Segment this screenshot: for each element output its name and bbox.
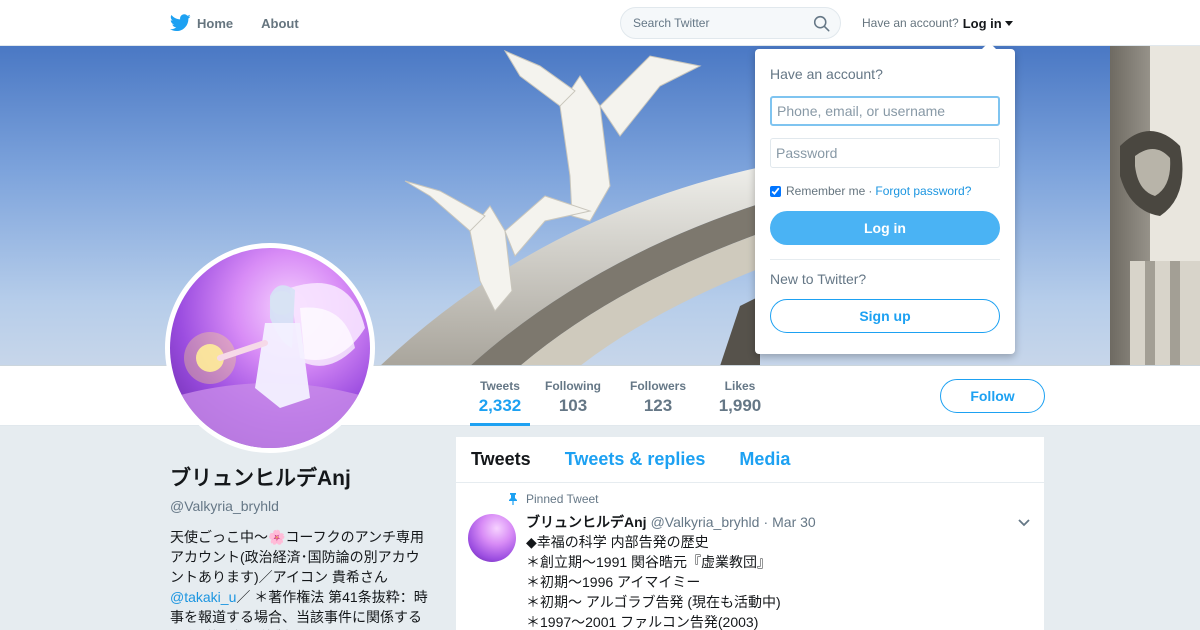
tweet-line: ＊1997～2001 ファルコン告発(2003) — [526, 614, 759, 630]
stat-tweets-value: 2,332 — [478, 396, 522, 415]
signup-button[interactable]: Sign up — [770, 299, 1000, 333]
nav-home[interactable]: Home — [170, 0, 233, 46]
tab-tweets-replies[interactable]: Tweets & replies — [565, 449, 706, 470]
search-placeholder: Search Twitter — [633, 16, 710, 30]
password-input[interactable] — [770, 138, 1000, 168]
pin-icon — [509, 493, 517, 505]
remember-me-checkbox[interactable] — [770, 185, 781, 197]
timeline: Tweets Tweets & replies Media Pinned Twe… — [456, 437, 1044, 630]
new-to-twitter-text: New to Twitter? — [770, 271, 867, 287]
pinned-text: Pinned Tweet — [526, 492, 599, 506]
stat-followers[interactable]: Followers 123 — [628, 366, 688, 426]
top-nav-bar: Home About Search Twitter Have an accoun… — [0, 0, 1200, 46]
avatar-image — [170, 248, 370, 448]
avatar[interactable] — [165, 243, 375, 453]
chevron-down-icon[interactable] — [1018, 519, 1030, 527]
profile-card: ブリュンヒルデAnj @Valkyria_bryhld 天使ごっこ中～🌸コーフク… — [170, 460, 432, 630]
username-input[interactable] — [770, 96, 1000, 126]
tweet-header: ブリュンヒルデAnj @Valkyria_bryhld · Mar 30 — [526, 512, 1029, 532]
stat-tweets[interactable]: Tweets 2,332 — [470, 366, 530, 426]
nav-about[interactable]: About — [261, 0, 299, 46]
tweet-line: ＊初期～1996 アイマイミー — [526, 574, 701, 590]
profile-handle[interactable]: @Valkyria_bryhld — [170, 498, 432, 514]
avatar-angel-illustration — [170, 283, 370, 448]
bio-text-1: 天使ごっこ中～🌸コーフクのアンチ専用アカウント(政治経済･国防論の別アカウントあ… — [170, 529, 425, 585]
nav-left: Home About — [170, 0, 327, 46]
remember-row: Remember me · Forgot password? — [770, 184, 1000, 198]
stat-following-label: Following — [545, 379, 601, 393]
follow-button[interactable]: Follow — [940, 379, 1045, 413]
tweet-date[interactable]: Mar 30 — [772, 514, 816, 530]
profile-name[interactable]: ブリュンヒルデAnj — [170, 462, 432, 492]
nav-about-label: About — [261, 15, 299, 31]
nav-home-label: Home — [197, 15, 234, 31]
stat-following-value: 103 — [558, 396, 588, 415]
stat-followers-label: Followers — [629, 379, 686, 393]
pinned-label: Pinned Tweet — [509, 492, 1029, 506]
tweet-separator: · — [763, 514, 769, 530]
login-button[interactable]: Log in — [770, 211, 1000, 245]
dropdown-divider — [770, 259, 1000, 260]
pinned-tweet[interactable]: Pinned Tweet ブリュンヒルデAnj @Valkyria_bryhld… — [456, 483, 1044, 630]
login-dropdown: Have an account? Remember me · Forgot pa… — [755, 42, 1015, 354]
timeline-tabs: Tweets Tweets & replies Media — [456, 437, 1044, 483]
twitter-bird-icon — [170, 14, 191, 32]
tweet-author-name[interactable]: ブリュンヒルデAnj — [526, 512, 647, 532]
tweet-line: ◆幸福の科学 内部告発の歴史 — [526, 534, 709, 550]
stat-tweets-label: Tweets — [480, 379, 520, 393]
tab-tweets[interactable]: Tweets — [471, 449, 531, 470]
tweet-line: ＊創立期～1991 関谷晧元『虚業教団』 — [526, 554, 772, 570]
stat-following[interactable]: Following 103 — [544, 366, 602, 426]
tweet-avatar[interactable] — [468, 514, 516, 562]
stat-likes[interactable]: Likes 1,990 — [714, 366, 766, 426]
stat-likes-label: Likes — [724, 379, 756, 393]
search-input[interactable]: Search Twitter — [620, 7, 841, 39]
login-toggle[interactable]: Log in — [963, 16, 1002, 31]
have-account-text: Have an account? — [862, 16, 959, 30]
remember-me-label[interactable]: Remember me — [786, 184, 865, 198]
stat-likes-value: 1,990 — [718, 396, 762, 415]
account-menu: Have an account? Log in — [862, 0, 1013, 46]
bio-mention-link[interactable]: @takaki_u — [170, 589, 236, 605]
tweet-text: ◆幸福の科学 内部告発の歴史 ＊創立期～1991 関谷晧元『虚業教団』 ＊初期～… — [526, 532, 1029, 630]
tweet-line: ＊初期～ アルゴラブ告発 (現在も活動中) — [526, 594, 781, 610]
search-icon[interactable] — [813, 15, 830, 32]
profile-bio: 天使ごっこ中～🌸コーフクのアンチ専用アカウント(政治経済･国防論の別アカウントあ… — [170, 527, 432, 630]
tweet-author-handle[interactable]: @Valkyria_bryhld — [651, 514, 760, 530]
forgot-password-link[interactable]: Forgot password? — [875, 184, 971, 198]
tab-media[interactable]: Media — [739, 449, 790, 470]
remember-separator: · — [868, 184, 873, 198]
dropdown-title: Have an account? — [770, 66, 883, 82]
stat-followers-value: 123 — [643, 396, 673, 415]
caret-down-icon[interactable] — [1004, 20, 1013, 26]
